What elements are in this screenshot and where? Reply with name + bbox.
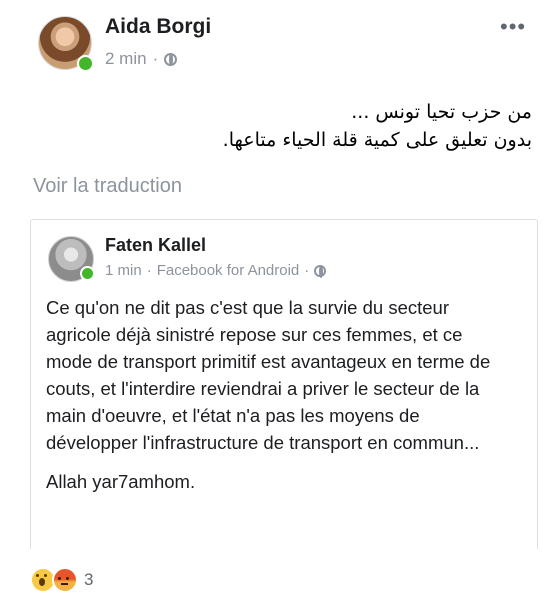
shared-paragraph: Ce qu'on ne dit pas c'est que la survie … [46,297,491,453]
see-translation-link[interactable]: Voir la traduction [33,175,182,198]
shared-post-time[interactable]: 1 min [105,262,142,279]
author-name[interactable]: Aida Borgi [105,15,211,39]
shared-post-body: Ce qu'on ne dit pas c'est que la survie … [46,294,506,507]
post-text-line: من حزب تحيا تونس ... [351,101,532,123]
meta-separator: · [304,262,310,279]
post-header: Aida Borgi 2 min · ••• [0,0,550,80]
more-options-icon[interactable]: ••• [500,14,526,40]
online-status-icon [80,266,95,281]
angry-reaction-icon [52,567,78,593]
meta-separator: · [146,262,152,279]
post-text-line: بدون تعليق على كمية قلة الحياء متاعها. [222,129,532,151]
shared-post-meta: 1 min · Facebook for Android · [105,262,327,279]
online-status-icon [77,55,94,72]
shared-post-source: Facebook for Android [156,262,300,279]
reaction-count: 3 [84,570,94,589]
post-time[interactable]: 2 min [105,49,147,69]
globe-icon[interactable] [314,264,327,278]
reactions-summary[interactable]: 3 [30,567,93,593]
post-meta: 2 min · [105,49,178,69]
globe-icon[interactable] [164,52,178,66]
shared-author-name[interactable]: Faten Kallel [105,235,206,256]
shared-paragraph: Allah yar7amhom. [46,471,196,492]
meta-separator: · [152,49,159,68]
post-text: من حزب تحيا تونس ... بدون تعليق على كمية… [32,98,532,154]
